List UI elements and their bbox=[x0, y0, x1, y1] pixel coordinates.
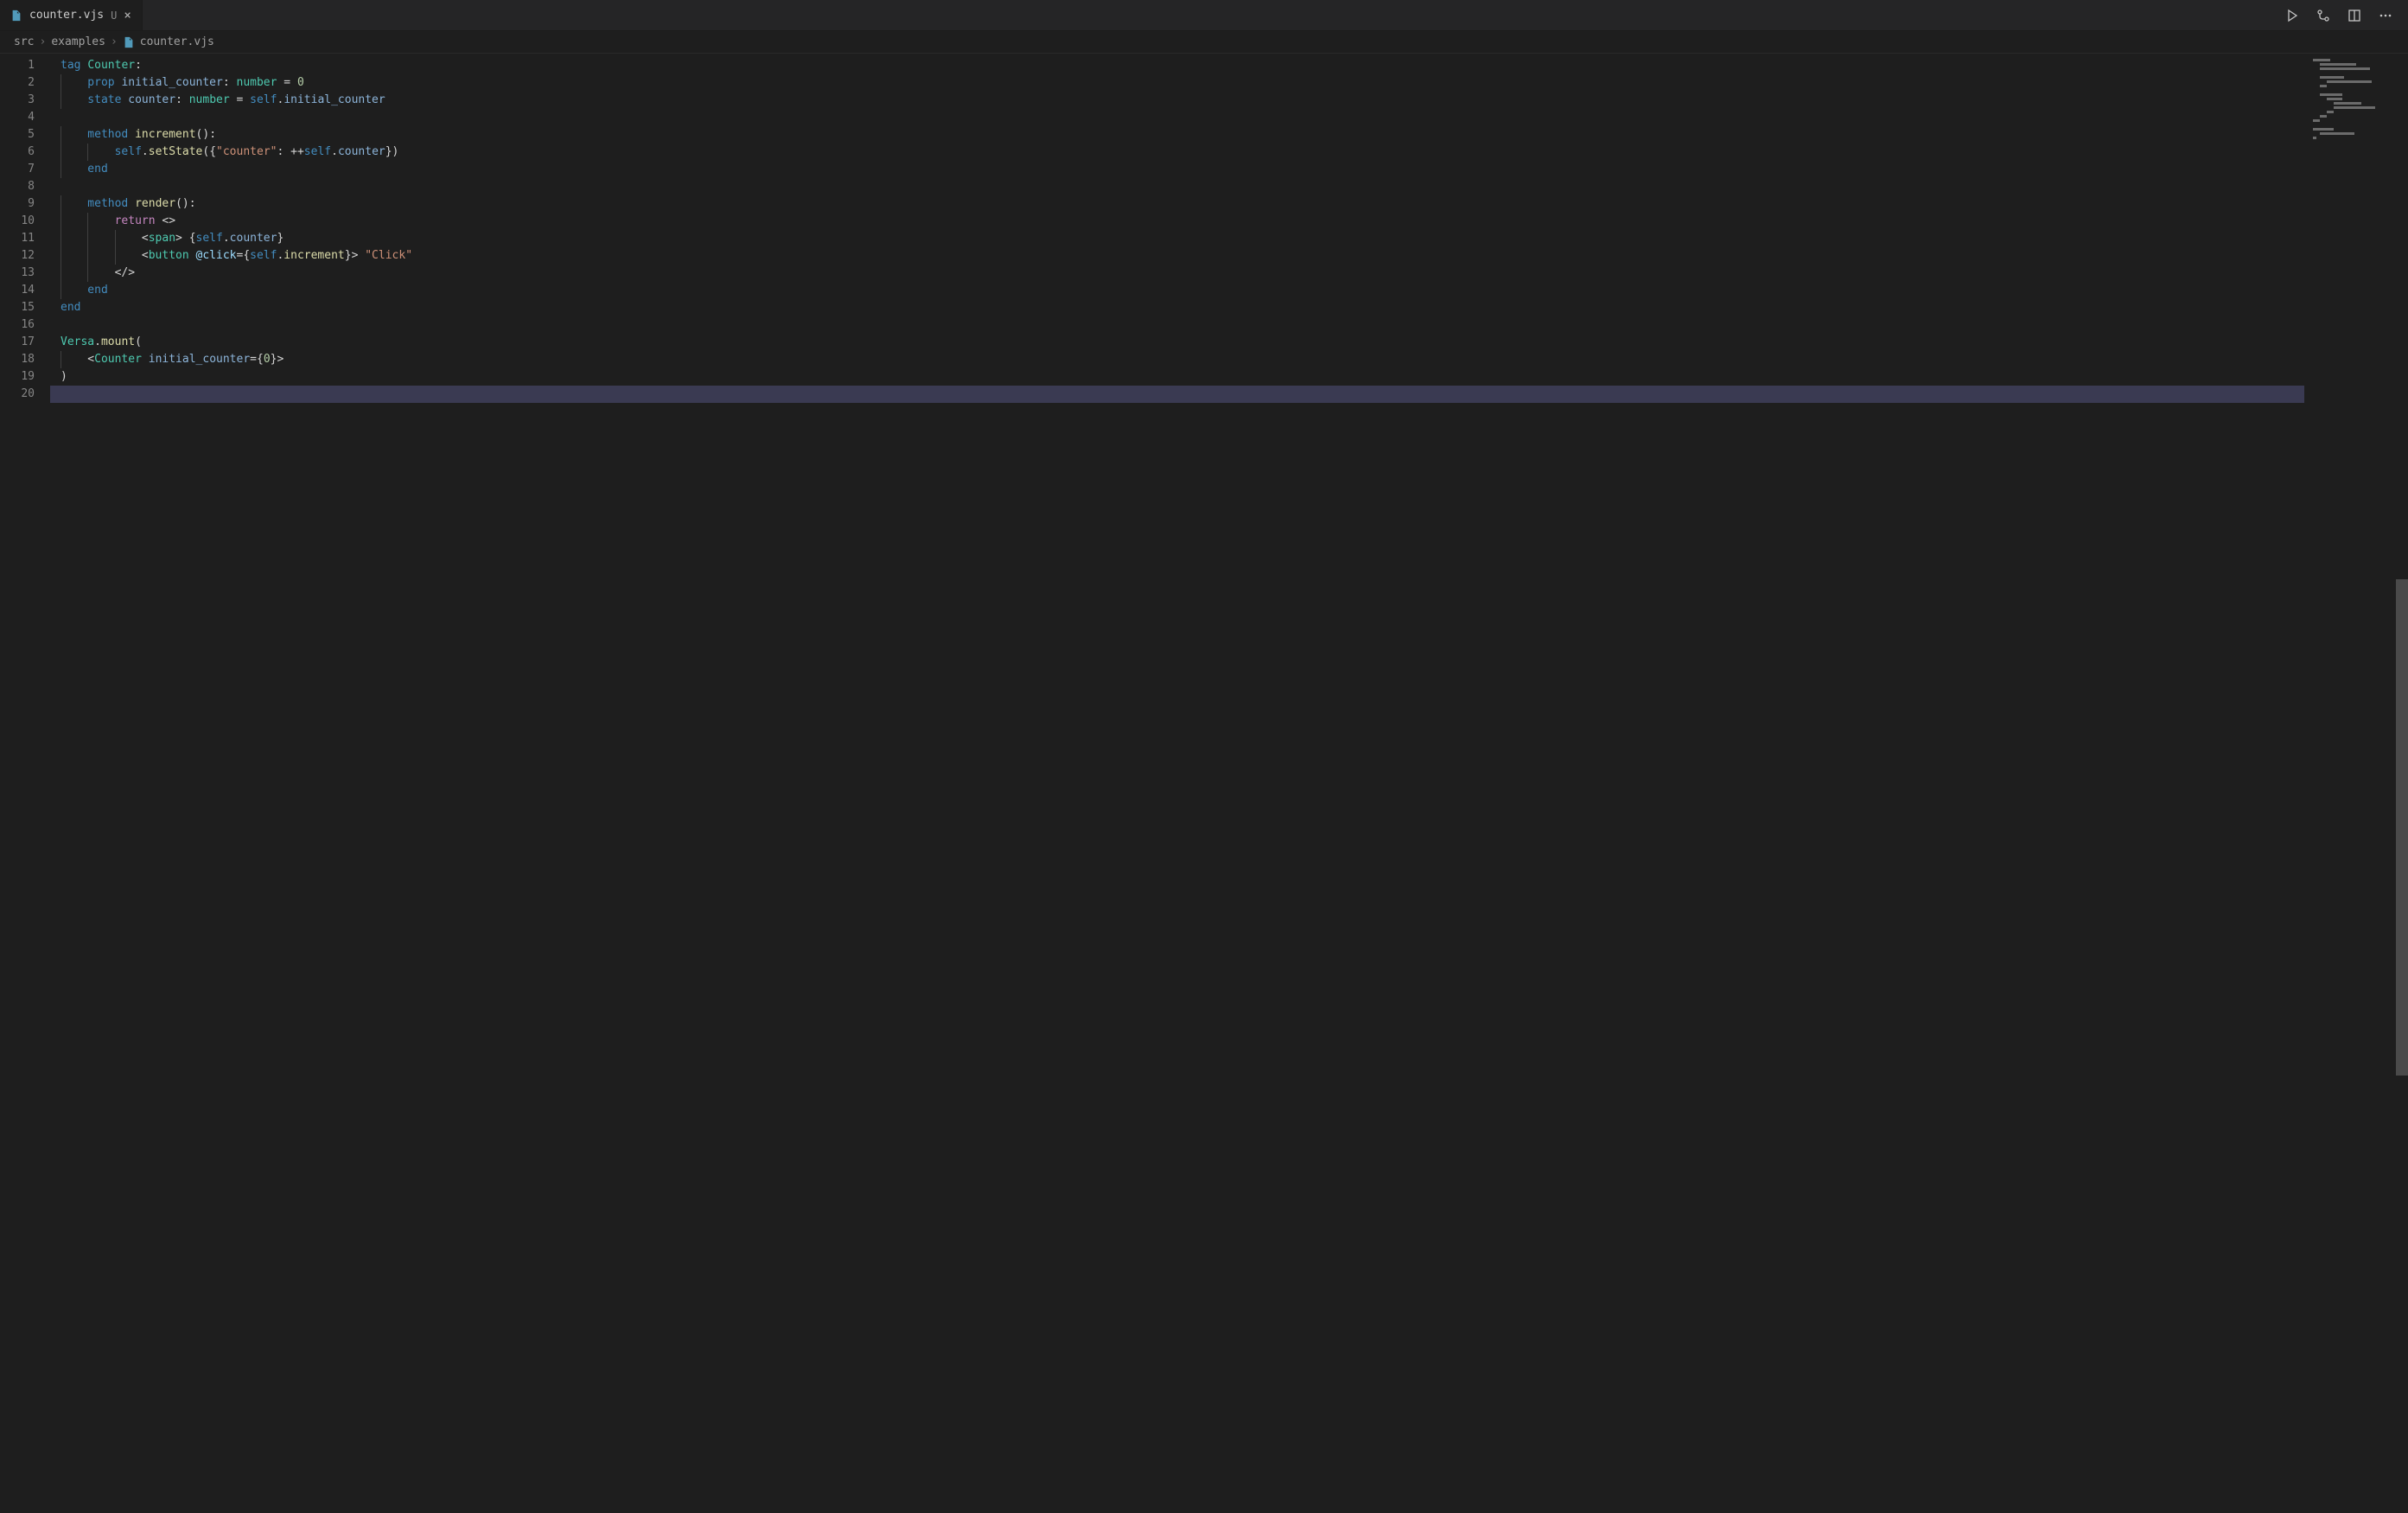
breadcrumb-part[interactable]: src bbox=[14, 35, 34, 48]
line-number: 6 bbox=[0, 144, 50, 161]
minimap-row bbox=[2313, 59, 2399, 61]
tab-modified-indicator: U bbox=[111, 10, 117, 22]
split-editor-icon[interactable] bbox=[2346, 7, 2363, 24]
line-number: 12 bbox=[0, 247, 50, 265]
code-line[interactable]: return <> bbox=[50, 213, 2304, 230]
tab-active[interactable]: counter.vjs U × bbox=[0, 0, 143, 30]
line-number: 9 bbox=[0, 195, 50, 213]
line-number: 1 bbox=[0, 57, 50, 74]
minimap-row bbox=[2313, 76, 2399, 79]
minimap-row bbox=[2313, 63, 2399, 66]
minimap-row bbox=[2313, 72, 2399, 74]
minimap-row bbox=[2313, 124, 2399, 126]
more-actions-icon[interactable] bbox=[2377, 7, 2394, 24]
code-line[interactable]: ) bbox=[50, 368, 2304, 386]
line-number: 17 bbox=[0, 334, 50, 351]
line-number: 15 bbox=[0, 299, 50, 316]
code-line[interactable]: Versa.mount( bbox=[50, 334, 2304, 351]
line-number: 13 bbox=[0, 265, 50, 282]
file-icon bbox=[10, 10, 22, 22]
code-line[interactable]: <span> {self.counter} bbox=[50, 230, 2304, 247]
code-line[interactable] bbox=[50, 386, 2304, 403]
code-area[interactable]: tag Counter:prop initial_counter: number… bbox=[50, 54, 2304, 1513]
minimap-row bbox=[2313, 137, 2399, 139]
minimap-row bbox=[2313, 106, 2399, 109]
line-number: 8 bbox=[0, 178, 50, 195]
breadcrumb-part[interactable]: counter.vjs bbox=[123, 35, 214, 48]
line-number: 14 bbox=[0, 282, 50, 299]
minimap-row bbox=[2313, 128, 2399, 131]
line-number: 5 bbox=[0, 126, 50, 144]
line-number: 18 bbox=[0, 351, 50, 368]
minimap-row bbox=[2313, 89, 2399, 92]
minimap-row bbox=[2313, 119, 2399, 122]
line-number: 11 bbox=[0, 230, 50, 247]
line-number: 2 bbox=[0, 74, 50, 92]
code-line[interactable]: <Counter initial_counter={0}> bbox=[50, 351, 2304, 368]
code-line[interactable]: <button @click={self.increment}> "Click" bbox=[50, 247, 2304, 265]
minimap-row bbox=[2313, 115, 2399, 118]
code-line[interactable] bbox=[50, 316, 2304, 334]
editor[interactable]: 1234567891011121314151617181920 tag Coun… bbox=[0, 54, 2408, 1513]
minimap-row bbox=[2313, 98, 2399, 100]
minimap[interactable] bbox=[2304, 54, 2408, 1513]
line-number: 10 bbox=[0, 213, 50, 230]
tab-actions bbox=[2284, 7, 2408, 24]
breadcrumb-part[interactable]: examples bbox=[51, 35, 105, 48]
code-line[interactable]: self.setState({"counter": ++self.counter… bbox=[50, 144, 2304, 161]
code-line[interactable]: method render(): bbox=[50, 195, 2304, 213]
minimap-row bbox=[2313, 132, 2399, 135]
code-line[interactable]: tag Counter: bbox=[50, 57, 2304, 74]
line-number: 3 bbox=[0, 92, 50, 109]
close-icon[interactable]: × bbox=[124, 10, 131, 22]
minimap-row bbox=[2313, 102, 2399, 105]
diff-icon[interactable] bbox=[2315, 7, 2332, 24]
line-number: 4 bbox=[0, 109, 50, 126]
breadcrumb-separator-icon: › bbox=[111, 35, 118, 48]
line-number: 16 bbox=[0, 316, 50, 334]
code-line[interactable] bbox=[50, 178, 2304, 195]
breadcrumb-separator-icon: › bbox=[39, 35, 46, 48]
minimap-scrollbar[interactable] bbox=[2396, 54, 2408, 1513]
code-line[interactable] bbox=[50, 109, 2304, 126]
file-icon bbox=[123, 36, 135, 48]
line-number: 7 bbox=[0, 161, 50, 178]
breadcrumb[interactable]: src › examples › counter.vjs bbox=[0, 31, 2408, 54]
run-icon[interactable] bbox=[2284, 7, 2301, 24]
line-number-gutter: 1234567891011121314151617181920 bbox=[0, 54, 50, 1513]
minimap-thumb[interactable] bbox=[2396, 579, 2408, 1076]
minimap-row bbox=[2313, 85, 2399, 87]
minimap-row bbox=[2313, 93, 2399, 96]
tab-filename: counter.vjs bbox=[29, 9, 104, 22]
line-number: 20 bbox=[0, 386, 50, 403]
code-line[interactable]: end bbox=[50, 299, 2304, 316]
code-line[interactable]: </> bbox=[50, 265, 2304, 282]
line-number: 19 bbox=[0, 368, 50, 386]
code-line[interactable]: prop initial_counter: number = 0 bbox=[50, 74, 2304, 92]
tab-bar: counter.vjs U × bbox=[0, 0, 2408, 31]
minimap-row bbox=[2313, 67, 2399, 70]
code-line[interactable]: end bbox=[50, 282, 2304, 299]
code-line[interactable]: state counter: number = self.initial_cou… bbox=[50, 92, 2304, 109]
minimap-row bbox=[2313, 80, 2399, 83]
minimap-row bbox=[2313, 111, 2399, 113]
code-line[interactable]: end bbox=[50, 161, 2304, 178]
code-line[interactable]: method increment(): bbox=[50, 126, 2304, 144]
